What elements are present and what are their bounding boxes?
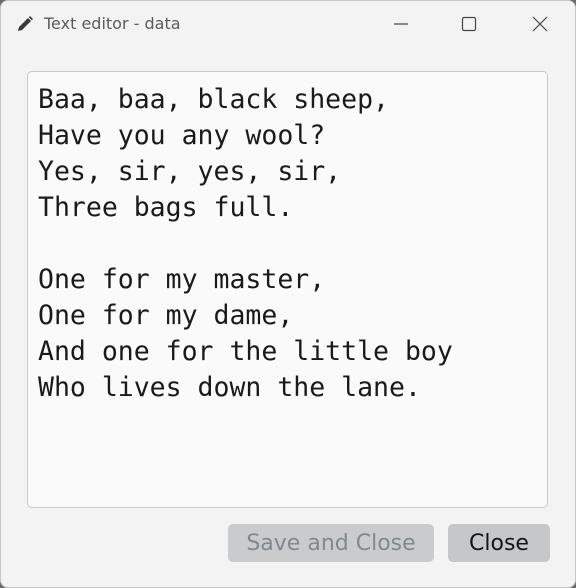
text-area-content[interactable]: Baa, baa, black sheep, Have you any wool… bbox=[38, 82, 537, 406]
close-button[interactable]: Close bbox=[448, 524, 550, 562]
close-icon bbox=[532, 16, 548, 32]
text-area[interactable]: Baa, baa, black sheep, Have you any wool… bbox=[27, 71, 548, 508]
text-editor-window: Text editor - data Baa, baa, black sheep… bbox=[0, 0, 576, 588]
minimize-button[interactable] bbox=[366, 1, 436, 47]
window-title: Text editor - data bbox=[44, 14, 181, 33]
maximize-button[interactable] bbox=[434, 1, 504, 47]
minimize-icon bbox=[393, 16, 409, 32]
save-and-close-button[interactable]: Save and Close bbox=[228, 524, 434, 562]
pencil-icon bbox=[16, 15, 34, 33]
maximize-icon bbox=[461, 16, 477, 32]
title-bar[interactable]: Text editor - data bbox=[1, 1, 575, 47]
window-close-button[interactable] bbox=[505, 1, 575, 47]
